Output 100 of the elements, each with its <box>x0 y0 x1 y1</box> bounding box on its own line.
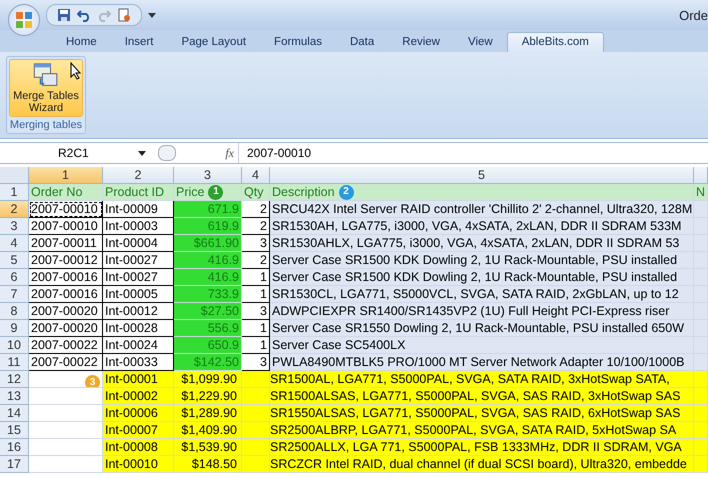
table-cell[interactable]: Int-00006 <box>103 405 174 422</box>
table-cell[interactable]: 2007-00016 <box>29 269 103 286</box>
ribbon-tab[interactable]: View <box>454 33 507 52</box>
redo-icon[interactable] <box>97 8 111 22</box>
row-header[interactable]: 10 <box>0 337 29 354</box>
table-cell[interactable]: SR2500ALLX, LGA 771, S5000PAL, FSB 1333MHz, DDR II SDRAM, VGA <box>270 439 694 456</box>
column-header[interactable]: 4 <box>242 167 270 184</box>
ribbon-tab[interactable]: Formulas <box>260 33 336 52</box>
resize-handle[interactable] <box>158 145 176 161</box>
table-cell[interactable]: $148.50 <box>174 456 242 473</box>
cursor-icon <box>70 62 82 80</box>
table-cell[interactable] <box>242 456 270 473</box>
row-header[interactable]: 6 <box>0 269 29 286</box>
table-cell[interactable]: SR1530AH, LGA775, i3000, VGA, 4xSATA, 2xLAN, DDR II SDRAM 533M <box>270 218 694 235</box>
table-cell[interactable] <box>694 405 708 422</box>
column-header[interactable]: 2 <box>103 167 174 184</box>
ribbon-tab[interactable]: Home <box>52 33 111 52</box>
ribbon-tab[interactable]: Page Layout <box>167 33 260 52</box>
row-header[interactable]: 5 <box>0 252 29 269</box>
table-cell[interactable]: 2007-00016 <box>29 286 103 303</box>
ribbon-tab[interactable]: AbleBits.com <box>506 32 604 52</box>
table-cell[interactable] <box>694 201 708 218</box>
table-cell[interactable]: $1,539.90 <box>174 439 242 456</box>
row-header[interactable]: 16 <box>0 439 29 456</box>
table-cell[interactable] <box>242 371 270 388</box>
ribbon-tab[interactable]: Data <box>336 33 388 52</box>
row-header[interactable]: 13 <box>0 388 29 405</box>
table-cell[interactable]: $1,099.90 <box>174 371 242 388</box>
table-cell[interactable] <box>694 388 708 405</box>
table-cell[interactable]: SR1530CL, LGA771, S5000VCL, SVGA, SATA RAID, 2xGbLAN, up to 12 <box>270 286 694 303</box>
formula-field[interactable]: 2007-00010 <box>238 143 708 163</box>
ribbon-tab[interactable]: Review <box>388 33 454 52</box>
table-cell[interactable] <box>694 354 708 371</box>
table-cell[interactable] <box>694 439 708 456</box>
ribbon-tab[interactable]: Insert <box>110 33 168 52</box>
table-cell[interactable]: Server Case SR1500 KDK Dowling 2, 1U Rack-Mountable, PSU installed <box>270 269 694 286</box>
table-cell[interactable]: SR2500ALBRP, LGA771, S5000PAL, SVGA, SATA RAID, 5xHotSwap SA <box>270 422 694 439</box>
table-cell[interactable]: Int-00002 <box>103 388 174 405</box>
insert-function-button[interactable]: fx <box>225 146 234 160</box>
row-header[interactable]: 17 <box>0 456 29 473</box>
table-cell[interactable]: SR1550ALSAS, LGA771, S5000PAL, SVGA, SAS RAID, 6xHotSwap SAS <box>270 405 694 422</box>
table-cell[interactable] <box>242 422 270 439</box>
document-icon[interactable] <box>117 8 131 22</box>
table-cell[interactable]: 2007-00020 <box>29 320 103 337</box>
row-header[interactable]: 1 <box>0 184 29 201</box>
column-header[interactable]: 5 <box>270 167 694 184</box>
table-cell[interactable]: Int-00007 <box>103 422 174 439</box>
table-cell[interactable]: SR1500ALSAS, LGA771, S5000PAL, SVGA, SAS RAID, 3xHotSwap SAS <box>270 388 694 405</box>
table-cell[interactable] <box>242 388 270 405</box>
table-cell[interactable]: SRCU42X Intel Server RAID controller 'Chillito 2' 2-channel, Ultra320, 128M <box>270 201 694 218</box>
table-cell[interactable]: 2007-00022 <box>29 337 103 354</box>
table-cell[interactable] <box>694 422 708 439</box>
row-header[interactable]: 7 <box>0 286 29 303</box>
row-header[interactable]: 15 <box>0 422 29 439</box>
table-cell[interactable]: Server Case SR1500 KDK Dowling 2, 1U Rack-Mountable, PSU installed <box>270 252 694 269</box>
table-cell[interactable]: $1,229.90 <box>174 388 242 405</box>
table-cell[interactable]: Int-00010 <box>103 456 174 473</box>
row-header[interactable]: 9 <box>0 320 29 337</box>
merge-tables-wizard-button[interactable]: Merge Tables Wizard <box>9 59 83 117</box>
table-cell[interactable] <box>29 456 103 473</box>
row-header[interactable]: 3 <box>0 218 29 235</box>
table-cell[interactable]: Server Case SR1550 Dowling 2, 1U Rack-Mountable, PSU installed 650W <box>270 320 694 337</box>
table-cell[interactable] <box>242 439 270 456</box>
row-header[interactable]: 2 <box>0 201 29 218</box>
column-header[interactable]: 3 <box>174 167 242 184</box>
table-cell[interactable]: $1,289.90 <box>174 405 242 422</box>
table-cell[interactable]: $1,409.90 <box>174 422 242 439</box>
table-cell[interactable]: 2007-00010 <box>29 201 103 218</box>
save-icon[interactable] <box>57 8 71 22</box>
table-cell[interactable] <box>29 405 103 422</box>
table-cell[interactable]: 2007-00011 <box>29 235 103 252</box>
table-cell[interactable]: SR1530AHLX, LGA775, i3000, VGA, 4xSATA, 2xLAN, DDR II SDRAM 53 <box>270 235 694 252</box>
table-cell[interactable]: PWLA8490MTBLK5 PRO/1000 MT Server Network Adapter 10/100/1000B <box>270 354 694 371</box>
table-cell[interactable]: Int-00008 <box>103 439 174 456</box>
table-cell[interactable]: Int-00001 <box>103 371 174 388</box>
undo-icon[interactable] <box>77 8 91 22</box>
column-header[interactable] <box>694 167 708 184</box>
table-cell[interactable] <box>242 405 270 422</box>
table-cell[interactable]: ADWPCIEXPR SR1400/SR1435VP2 (1U) Full Height PCI-Express riser <box>270 303 694 320</box>
row-header[interactable]: 11 <box>0 354 29 371</box>
row-header[interactable]: 12 <box>0 371 29 388</box>
table-cell[interactable]: SR1500AL, LGA771, S5000PAL, SVGA, SATA RAID, 3xHotSwap SATA, <box>270 371 694 388</box>
row-header[interactable]: 14 <box>0 405 29 422</box>
table-cell[interactable] <box>29 388 103 405</box>
row-header[interactable]: 8 <box>0 303 29 320</box>
table-cell[interactable]: 2007-00012 <box>29 252 103 269</box>
office-button[interactable] <box>8 4 40 36</box>
table-cell[interactable]: 2007-00010 <box>29 218 103 235</box>
column-header[interactable]: 1 <box>29 167 103 184</box>
dropdown-icon[interactable] <box>148 11 156 19</box>
select-all-corner[interactable] <box>0 167 29 184</box>
table-cell[interactable]: SRCZCR Intel RAID, dual channel (if dual SCSI board), Ultra320, embedde <box>270 456 694 473</box>
table-cell[interactable] <box>694 456 708 473</box>
table-cell[interactable]: 2007-00020 <box>29 303 103 320</box>
name-box[interactable]: R2C1 <box>0 146 152 160</box>
table-cell[interactable] <box>694 371 708 388</box>
table-cell[interactable]: Server Case SC5400LX <box>270 337 694 354</box>
table-cell[interactable] <box>29 422 103 439</box>
table-cell[interactable] <box>29 439 103 456</box>
row-header[interactable]: 4 <box>0 235 29 252</box>
